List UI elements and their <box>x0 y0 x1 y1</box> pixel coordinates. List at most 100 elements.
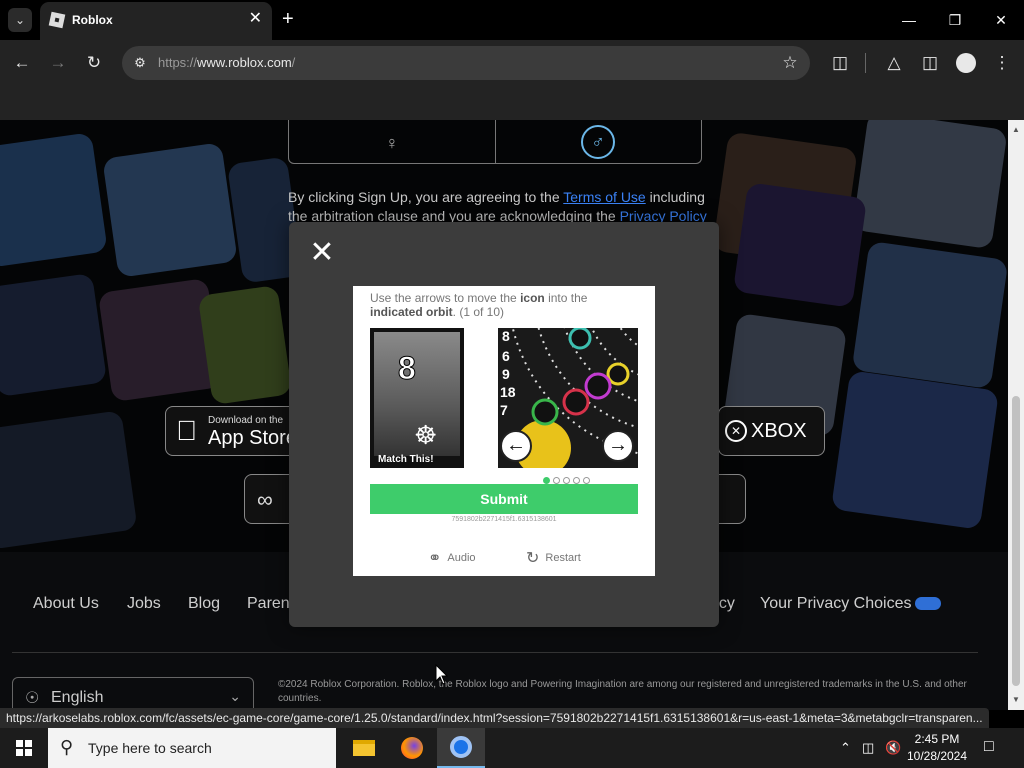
match-card: 8 ☸ Match This! <box>370 328 464 468</box>
audio-button[interactable]: ⚭ Audio <box>428 548 476 568</box>
url-text[interactable]: https://www.roblox.com/ <box>158 55 295 70</box>
privacy-choices-label: Your Privacy Choices <box>760 595 912 612</box>
match-number: 8 <box>398 350 417 387</box>
orbit-number: 8 <box>502 328 510 344</box>
window-close-button[interactable]: ✕ <box>986 6 1016 34</box>
clock-time: 2:45 PM <box>914 732 960 746</box>
male-icon[interactable]: ♂ <box>581 125 615 159</box>
link-status-bar: https://arkoselabs.roblox.com/fc/assets/… <box>0 708 989 728</box>
tab-bar: ⌄ Roblox ✕ + — ❐ ✕ <box>0 0 1024 40</box>
female-icon[interactable]: ♀ <box>377 128 407 158</box>
handshake-icon: ☸ <box>414 420 438 450</box>
chrome-button[interactable] <box>437 728 485 768</box>
captcha-instructions: Use the arrows to move the icon into the… <box>370 291 588 319</box>
scroll-up-icon[interactable]: ▲ <box>1008 122 1024 138</box>
progress-dot <box>583 477 590 484</box>
scroll-down-icon[interactable]: ▼ <box>1008 692 1024 708</box>
windows-taskbar: ⚲ Type here to search ⌃ ◫ 🔇 2:45 PM 10/2… <box>0 728 1024 768</box>
taskbar-search-box[interactable]: ⚲ Type here to search <box>48 728 336 768</box>
footer-blog-link[interactable]: Blog <box>188 595 220 613</box>
tab-roblox[interactable]: Roblox ✕ <box>40 2 272 40</box>
firefox-button[interactable] <box>388 728 436 768</box>
back-arrow-icon[interactable]: ← <box>10 51 34 75</box>
progress-dot <box>543 477 550 484</box>
folder-icon <box>353 740 375 756</box>
restart-button[interactable]: ↻ Restart <box>526 548 581 568</box>
tray-chevron-up-icon[interactable]: ⌃ <box>840 740 851 756</box>
minimize-button[interactable]: — <box>894 6 924 34</box>
app-store-big-text: App Store <box>208 427 297 449</box>
labs-flask-icon[interactable]: △ <box>882 51 906 75</box>
language-select[interactable]: ☉ English ⌄ <box>12 677 254 710</box>
progress-dot <box>553 477 560 484</box>
footer-divider <box>12 652 978 653</box>
progress-dot <box>563 477 570 484</box>
submit-button[interactable]: Submit <box>370 484 638 514</box>
footer-jobs-link[interactable]: Jobs <box>127 595 161 613</box>
xbox-text: XBOX <box>751 420 807 442</box>
restart-icon: ↻ <box>526 550 540 567</box>
meta-logo-icon: ∞ <box>257 487 273 512</box>
chevron-down-icon: ⌄ <box>229 688 241 704</box>
file-explorer-button[interactable] <box>340 728 388 768</box>
taskbar-clock[interactable]: 2:45 PM 10/28/2024 <box>902 731 972 765</box>
chrome-icon <box>450 736 472 758</box>
start-button[interactable] <box>0 728 48 768</box>
terms-of-use-link[interactable]: Terms of Use <box>563 189 645 205</box>
orbit-number: 18 <box>500 384 516 400</box>
toolbar-divider <box>865 53 866 73</box>
extensions-puzzle-icon[interactable]: ◫ <box>828 51 852 75</box>
tab-close-icon[interactable]: ✕ <box>249 10 262 28</box>
search-placeholder: Type here to search <box>88 740 212 756</box>
headphones-icon: ⚭ <box>428 550 442 567</box>
forward-arrow-icon[interactable]: → <box>46 51 70 75</box>
audio-label: Audio <box>447 552 476 564</box>
match-image: 8 ☸ <box>374 332 460 456</box>
gender-divider <box>495 120 496 164</box>
restore-button[interactable]: ❐ <box>940 6 970 34</box>
modal-close-icon[interactable]: ✕ <box>309 238 335 268</box>
footer-privacy-choices-link[interactable]: Your Privacy Choices <box>760 595 942 613</box>
mouse-cursor-icon <box>435 664 449 685</box>
tab-title: Roblox <box>72 13 113 27</box>
apple-logo-icon:  <box>176 415 197 447</box>
firefox-icon <box>401 737 423 759</box>
bookmark-star-icon[interactable]: ☆ <box>778 51 802 75</box>
globe-icon: ☉ <box>25 690 40 707</box>
reload-icon[interactable]: ↻ <box>82 51 106 75</box>
language-label: English <box>51 689 104 706</box>
new-tab-button[interactable]: + <box>282 8 294 30</box>
network-icon[interactable]: ◫ <box>862 740 874 756</box>
volume-muted-icon[interactable]: 🔇 <box>885 740 901 756</box>
scroll-thumb[interactable] <box>1012 396 1020 686</box>
profile-avatar-icon[interactable] <box>954 51 978 75</box>
privacy-choices-toggle-icon <box>915 597 942 611</box>
terms-text: By clicking Sign Up, you are agreeing to… <box>288 188 708 226</box>
captcha-modal: ✕ Use the arrows to move the icon into t… <box>289 222 719 627</box>
menu-kebab-icon[interactable]: ⋮ <box>990 51 1014 75</box>
clock-date: 10/28/2024 <box>906 749 968 763</box>
roblox-favicon-icon <box>48 11 66 29</box>
notifications-icon[interactable]: □ <box>984 738 994 756</box>
left-arrow-button[interactable]: ← <box>500 430 532 462</box>
app-store-button[interactable]:  Download on the App Store <box>165 406 305 456</box>
orbit-number: 6 <box>502 348 510 364</box>
xbox-logo-icon: ✕ <box>725 420 747 442</box>
xbox-button[interactable]: ✕ XBOX <box>718 406 825 456</box>
right-arrow-button[interactable]: → <box>602 430 634 462</box>
side-panel-icon[interactable]: ◫ <box>918 51 942 75</box>
match-label: Match This! <box>378 454 434 465</box>
orbit-puzzle: 8 6 9 18 7 ← → <box>498 328 638 468</box>
footer-parents-link[interactable]: Paren <box>247 595 290 613</box>
page-scrollbar[interactable]: ▲ ▼ <box>1008 120 1024 710</box>
orbit-number: 7 <box>500 402 508 418</box>
windows-logo-icon <box>16 740 32 756</box>
orbit-number: 9 <box>502 366 510 382</box>
footer-about-us-link[interactable]: About Us <box>33 595 99 613</box>
site-info-icon[interactable]: ⚙ <box>128 51 152 75</box>
tab-search-chevron-icon[interactable]: ⌄ <box>8 8 32 32</box>
progress-dots <box>543 471 593 484</box>
address-bar[interactable]: ⚙ https://www.roblox.com/ ☆ <box>122 46 810 80</box>
app-store-small-text: Download on the <box>208 415 284 426</box>
progress-dot <box>573 477 580 484</box>
